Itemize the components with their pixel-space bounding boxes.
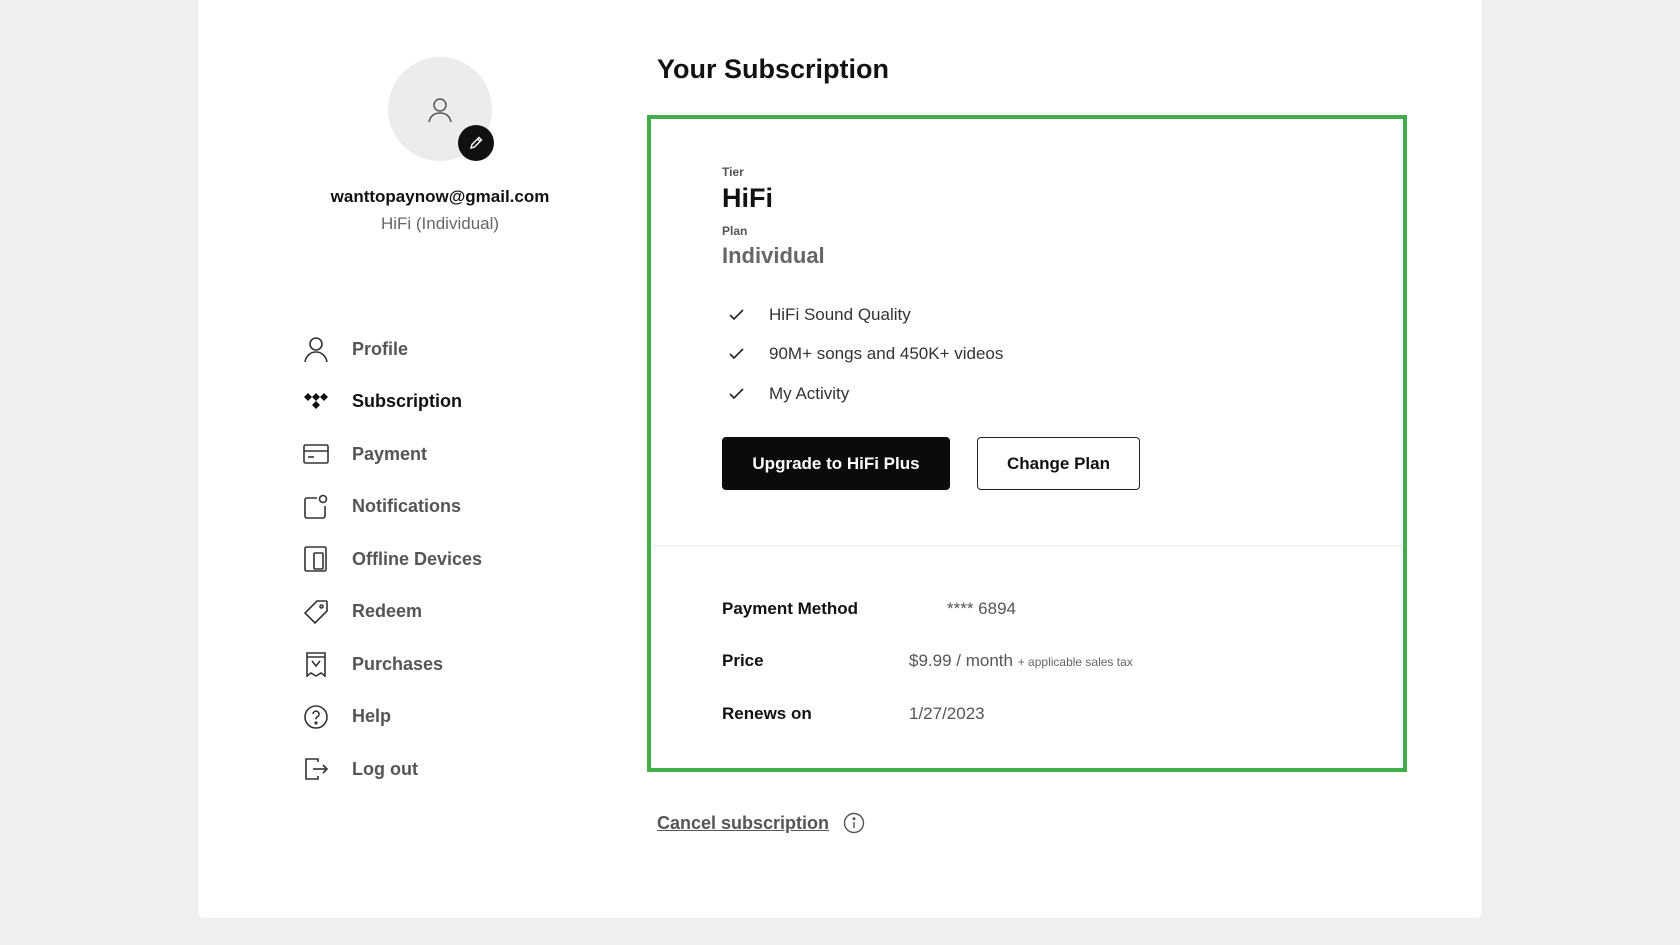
sidebar-item-notifications[interactable]: Notifications: [302, 481, 602, 534]
sidebar-item-label: Payment: [352, 443, 428, 464]
sidebar-item-label: Subscription: [352, 391, 463, 412]
credit-card-icon: [302, 440, 330, 468]
edit-avatar-button[interactable]: [458, 125, 494, 161]
price-tax-note: + applicable sales tax: [1017, 655, 1133, 669]
tag-icon: [302, 598, 330, 626]
feature-list: HiFi Sound Quality 90M+ songs and 450K+ …: [729, 295, 1003, 414]
list-item: HiFi Sound Quality: [729, 295, 1003, 335]
sidebar-item-payment[interactable]: Payment: [302, 428, 602, 481]
feature-text: HiFi Sound Quality: [769, 304, 911, 324]
sidebar-item-subscription[interactable]: Subscription: [302, 376, 602, 429]
list-item: My Activity: [729, 374, 1003, 414]
devices-icon: [302, 545, 330, 573]
checkmark-icon: [729, 348, 745, 360]
pencil-icon: [469, 136, 483, 150]
sidebar-item-profile[interactable]: Profile: [302, 323, 602, 376]
plan-details-section: Tier HiFi Plan Individual HiFi Sound Qua…: [651, 119, 1403, 546]
sidebar-item-label: Offline Devices: [352, 548, 483, 569]
feature-text: My Activity: [769, 383, 850, 403]
page-title: Your Subscription: [657, 54, 890, 84]
avatar[interactable]: [388, 57, 494, 161]
payment-method-row: Payment Method **** 6894: [722, 599, 1016, 619]
renews-value: 1/27/2023: [909, 704, 985, 723]
checkmark-icon: [729, 309, 745, 321]
sidebar-item-purchases[interactable]: Purchases: [302, 638, 602, 691]
sidebar-item-offline-devices[interactable]: Offline Devices: [302, 533, 602, 586]
payment-method-label: Payment Method: [722, 599, 859, 618]
sidebar-item-label: Log out: [352, 758, 418, 779]
feature-text: 90M+ songs and 450K+ videos: [769, 344, 1004, 364]
tidal-logo-icon: [302, 388, 330, 416]
user-email: wanttopaynow@gmail.com: [330, 187, 550, 206]
price-value: $9.99 / month: [909, 651, 1013, 670]
sidebar-item-help[interactable]: Help: [302, 691, 602, 744]
receipt-icon: [302, 650, 330, 678]
help-circle-icon: [302, 703, 330, 731]
cancel-row: Cancel subscription: [657, 812, 865, 834]
sidebar-item-label: Purchases: [352, 653, 444, 674]
payment-method-value: **** 6894: [947, 599, 1017, 618]
tier-value: HiFi: [722, 183, 773, 213]
change-plan-button[interactable]: Change Plan: [977, 437, 1140, 490]
person-icon: [302, 335, 330, 363]
price-value-group: $9.99 / month + applicable sales tax: [909, 651, 1133, 671]
list-item: 90M+ songs and 450K+ videos: [729, 335, 1003, 375]
checkmark-icon: [729, 388, 745, 400]
price-row: Price $9.99 / month + applicable sales t…: [722, 651, 1133, 671]
tier-label: Tier: [722, 165, 744, 179]
account-page: wanttopaynow@gmail.com HiFi (Individual)…: [198, 0, 1482, 918]
sidebar-item-label: Profile: [352, 338, 409, 359]
renews-row: Renews on 1/27/2023: [722, 704, 985, 724]
user-plan-summary: HiFi (Individual): [380, 214, 500, 233]
sidebar-item-redeem[interactable]: Redeem: [302, 586, 602, 639]
subscription-card: Tier HiFi Plan Individual HiFi Sound Qua…: [647, 115, 1407, 772]
info-icon[interactable]: [843, 812, 865, 834]
sidebar-nav: Profile Subscription Payment Notificatio…: [302, 323, 602, 796]
sidebar-item-label: Redeem: [352, 601, 423, 622]
plan-label: Plan: [722, 224, 748, 238]
sidebar-item-label: Help: [352, 706, 392, 727]
logout-icon: [302, 755, 330, 783]
plan-value: Individual: [722, 243, 825, 268]
renews-label: Renews on: [722, 704, 812, 723]
avatar-placeholder-icon: [428, 98, 452, 123]
notification-icon: [302, 493, 330, 521]
cancel-subscription-link[interactable]: Cancel subscription: [657, 813, 829, 834]
price-label: Price: [722, 651, 764, 670]
sidebar-item-label: Notifications: [352, 496, 462, 517]
sidebar-item-logout[interactable]: Log out: [302, 743, 602, 796]
upgrade-button[interactable]: Upgrade to HiFi Plus: [722, 437, 950, 490]
